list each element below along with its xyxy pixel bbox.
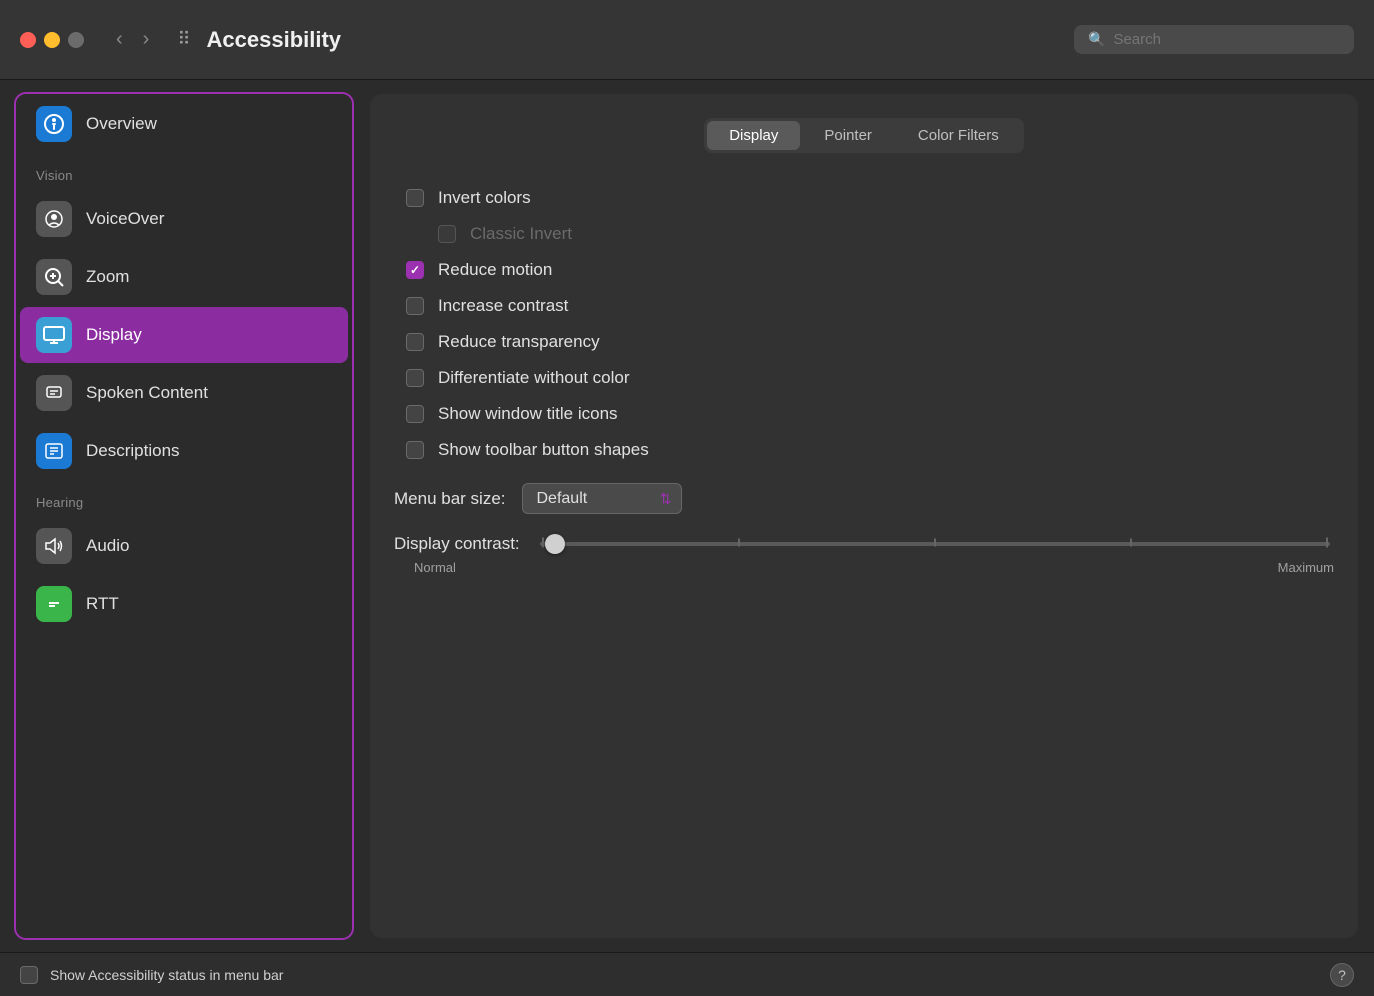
- show-window-icons-label: Show window title icons: [438, 404, 618, 424]
- hearing-section-label: Hearing: [16, 481, 352, 516]
- show-toolbar-shapes-row: Show toolbar button shapes: [406, 433, 1334, 467]
- main-content: Overview Vision VoiceOver: [0, 80, 1374, 952]
- reduce-transparency-row: Reduce transparency: [406, 325, 1334, 359]
- close-button[interactable]: [20, 32, 36, 48]
- classic-invert-label: Classic Invert: [470, 224, 572, 244]
- nav-arrows: ‹ ›: [108, 24, 157, 55]
- back-button[interactable]: ‹: [108, 24, 131, 55]
- settings-list: Invert colors Classic Invert Reduce moti…: [394, 181, 1334, 467]
- right-panel: Display Pointer Color Filters Invert col…: [354, 80, 1374, 952]
- reduce-motion-checkbox[interactable]: [406, 261, 424, 279]
- sidebar-item-zoom[interactable]: Zoom: [20, 249, 348, 305]
- menu-bar-select[interactable]: Default Large: [522, 483, 682, 514]
- bottom-bar: Show Accessibility status in menu bar ?: [0, 952, 1374, 996]
- menu-bar-row: Menu bar size: Default Large ⇅: [394, 467, 1334, 522]
- contrast-label-row: Display contrast:: [394, 534, 1334, 554]
- sidebar-item-label-rtt: RTT: [86, 594, 119, 614]
- vision-section-label: Vision: [16, 154, 352, 189]
- show-window-icons-checkbox[interactable]: [406, 405, 424, 423]
- rtt-icon: [36, 586, 72, 622]
- sidebar-item-spoken[interactable]: Spoken Content: [20, 365, 348, 421]
- sidebar-item-label-descriptions: Descriptions: [86, 441, 180, 461]
- contrast-label: Display contrast:: [394, 534, 520, 554]
- differentiate-checkbox[interactable]: [406, 369, 424, 387]
- tab-pointer[interactable]: Pointer: [802, 121, 894, 150]
- show-window-icons-row: Show window title icons: [406, 397, 1334, 431]
- sidebar-item-label-spoken: Spoken Content: [86, 383, 208, 403]
- sidebar-item-overview[interactable]: Overview: [20, 96, 348, 152]
- reduce-motion-label: Reduce motion: [438, 260, 552, 280]
- sidebar-item-descriptions[interactable]: Descriptions: [20, 423, 348, 479]
- voiceover-icon: [36, 201, 72, 237]
- zoom-icon: [36, 259, 72, 295]
- menu-bar-label: Menu bar size:: [394, 489, 506, 509]
- forward-button[interactable]: ›: [135, 24, 158, 55]
- sidebar-scroll: Overview Vision VoiceOver: [16, 94, 352, 938]
- sidebar-item-display[interactable]: Display: [20, 307, 348, 363]
- contrast-row: Display contrast: Norma: [394, 522, 1334, 575]
- status-bar-label: Show Accessibility status in menu bar: [50, 967, 283, 983]
- descriptions-icon: [36, 433, 72, 469]
- classic-invert-checkbox[interactable]: [438, 225, 456, 243]
- contrast-slider-track: [540, 542, 1330, 546]
- invert-colors-label: Invert colors: [438, 188, 531, 208]
- titlebar: ‹ › ⠿ Accessibility 🔍: [0, 0, 1374, 80]
- tabs-container: Display Pointer Color Filters: [704, 118, 1024, 153]
- invert-colors-row: Invert colors: [406, 181, 1334, 215]
- tabs-row: Display Pointer Color Filters: [394, 118, 1334, 153]
- reduce-motion-row: Reduce motion: [406, 253, 1334, 287]
- overview-icon: [36, 106, 72, 142]
- show-toolbar-shapes-label: Show toolbar button shapes: [438, 440, 649, 460]
- sidebar-item-label-display: Display: [86, 325, 142, 345]
- tab-display[interactable]: Display: [707, 121, 800, 150]
- reduce-transparency-label: Reduce transparency: [438, 332, 600, 352]
- audio-icon: [36, 528, 72, 564]
- show-toolbar-shapes-checkbox[interactable]: [406, 441, 424, 459]
- spoken-icon: [36, 375, 72, 411]
- search-box[interactable]: 🔍: [1074, 25, 1354, 54]
- search-input[interactable]: [1113, 31, 1340, 48]
- panel-inner: Display Pointer Color Filters Invert col…: [370, 94, 1358, 938]
- bottom-left: Show Accessibility status in menu bar: [20, 966, 283, 984]
- sidebar-item-label-zoom: Zoom: [86, 267, 129, 287]
- menu-bar-select-wrapper: Default Large ⇅: [522, 483, 682, 514]
- grid-icon: ⠿: [177, 29, 190, 50]
- differentiate-label: Differentiate without color: [438, 368, 630, 388]
- classic-invert-row: Classic Invert: [406, 217, 1334, 251]
- sidebar-item-audio[interactable]: Audio: [20, 518, 348, 574]
- increase-contrast-label: Increase contrast: [438, 296, 568, 316]
- differentiate-row: Differentiate without color: [406, 361, 1334, 395]
- slider-max-label: Maximum: [1278, 560, 1334, 575]
- sidebar-item-rtt[interactable]: RTT: [20, 576, 348, 632]
- contrast-slider-thumb[interactable]: [545, 534, 565, 554]
- page-title: Accessibility: [207, 27, 1058, 53]
- sidebar-item-voiceover[interactable]: VoiceOver: [20, 191, 348, 247]
- slider-min-label: Normal: [394, 560, 456, 575]
- sidebar: Overview Vision VoiceOver: [14, 92, 354, 940]
- minimize-button[interactable]: [44, 32, 60, 48]
- sidebar-item-label-voiceover: VoiceOver: [86, 209, 164, 229]
- sidebar-item-label-audio: Audio: [86, 536, 129, 556]
- increase-contrast-row: Increase contrast: [406, 289, 1334, 323]
- display-icon: [36, 317, 72, 353]
- slider-labels: Normal Maximum: [394, 560, 1334, 575]
- maximize-button[interactable]: [68, 32, 84, 48]
- sidebar-item-label-overview: Overview: [86, 114, 157, 134]
- search-icon: 🔍: [1088, 31, 1105, 48]
- invert-colors-checkbox[interactable]: [406, 189, 424, 207]
- tab-color-filters[interactable]: Color Filters: [896, 121, 1021, 150]
- help-button[interactable]: ?: [1330, 963, 1354, 987]
- window-controls: [20, 32, 84, 48]
- reduce-transparency-checkbox[interactable]: [406, 333, 424, 351]
- status-bar-checkbox[interactable]: [20, 966, 38, 984]
- increase-contrast-checkbox[interactable]: [406, 297, 424, 315]
